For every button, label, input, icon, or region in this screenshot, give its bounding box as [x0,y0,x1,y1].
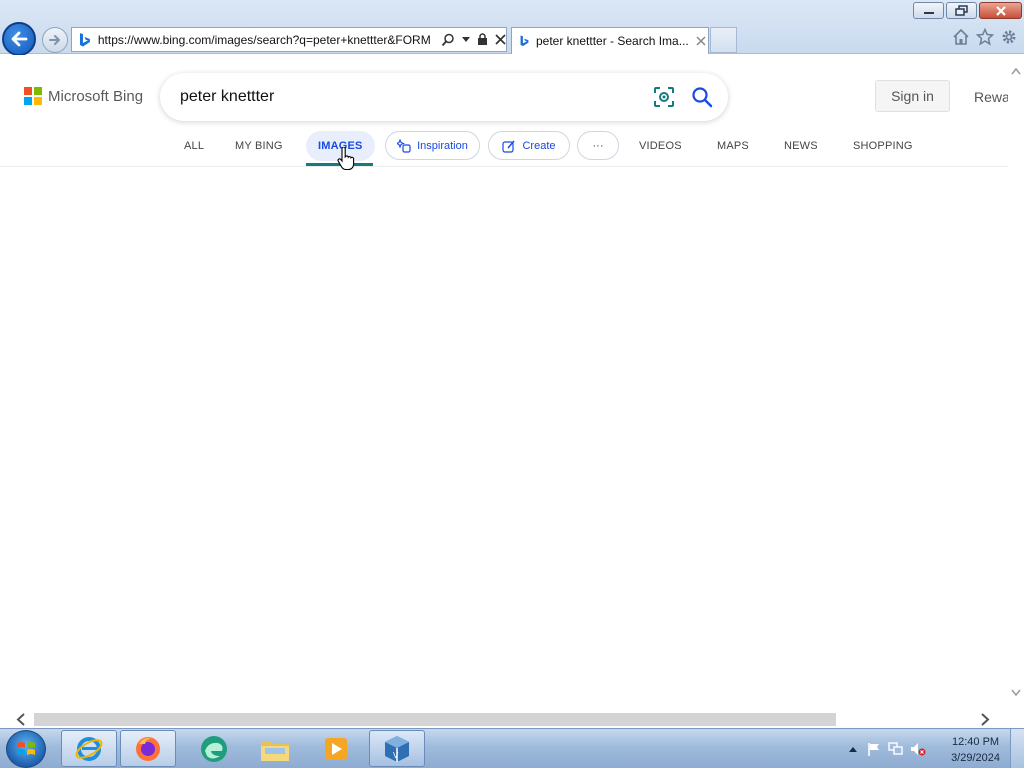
scroll-left-icon[interactable] [16,713,26,726]
scope-news[interactable]: NEWS [784,131,818,161]
forward-arrow-icon [49,35,60,45]
scope-videos[interactable]: VIDEOS [639,131,682,161]
home-icon[interactable] [952,28,970,46]
create-icon [502,139,516,153]
inspiration-icon [397,138,411,153]
media-player-icon [325,737,347,760]
taskbar-internet-explorer[interactable] [61,730,117,767]
lock-icon[interactable] [477,33,488,46]
taskbar-edge-canary[interactable] [186,730,242,767]
scroll-down-icon[interactable] [1011,689,1021,697]
close-window-button[interactable] [979,2,1022,19]
hand-cursor-icon [337,147,355,171]
browser-chrome: https://www.bing.com/images/search?q=pet… [0,0,1024,56]
minimize-icon [923,11,934,14]
dropdown-arrow-icon[interactable] [462,36,470,43]
logo-text: Microsoft Bing [48,87,144,105]
minimize-button[interactable] [913,2,944,19]
tab-title: peter knettter - Search Ima... [536,34,688,48]
volume-muted-icon[interactable] [910,741,926,757]
folder-icon [261,740,289,761]
taskbar-firefox[interactable] [120,730,176,767]
bing-favicon-icon [520,35,529,47]
scrollbar-thumb[interactable] [34,713,836,726]
create-button[interactable]: Create [488,131,570,160]
star-icon[interactable] [976,28,994,46]
scroll-right-icon[interactable] [980,713,990,726]
scope-my-bing[interactable]: MY BING [235,131,283,161]
clock-time: 12:40 PM [951,736,1000,748]
horizontal-scrollbar[interactable] [0,711,1024,728]
svg-text:V: V [393,751,399,760]
show-desktop-button[interactable] [1010,729,1024,768]
clock-date: 3/29/2024 [951,752,1000,764]
scope-all[interactable]: ALL [184,131,204,161]
tab-bing-images[interactable]: peter knettter - Search Ima... [511,27,709,54]
back-arrow-icon [11,31,28,47]
system-tray: 12:40 PM 3/29/2024 [839,729,1024,768]
back-button[interactable] [2,22,36,56]
inspiration-label: Inspiration [417,139,468,152]
scope-shopping[interactable]: SHOPPING [853,131,913,161]
search-icon[interactable] [441,33,455,47]
network-icon[interactable] [888,741,904,757]
visual-search-icon[interactable] [652,85,676,109]
more-scopes-button[interactable]: ··· [577,131,619,160]
taskbar: V 12:40 PM 3/29/2024 [0,728,1024,768]
create-label: Create [522,139,556,152]
firefox-icon [136,736,160,761]
show-hidden-icons-icon[interactable] [845,741,861,757]
taskbar-file-explorer[interactable] [247,730,303,767]
action-center-flag-icon[interactable] [866,741,882,757]
taskbar-media-player[interactable] [308,730,364,767]
scroll-up-icon[interactable] [1011,67,1021,75]
virtualbox-icon: V [385,735,409,762]
microsoft-logo-icon [24,87,42,105]
edge-icon [201,735,227,762]
search-box[interactable]: peter knettter [160,73,728,121]
browser-tools [952,28,1018,46]
close-icon [995,5,1006,16]
stop-icon[interactable] [495,34,506,45]
start-button[interactable] [6,730,46,768]
search-submit-icon[interactable] [690,85,714,109]
rewards-link[interactable]: Rewa [974,89,1008,105]
scope-bar: ALL MY BING IMAGES Inspiration Create ··… [0,131,1008,167]
clock[interactable]: 12:40 PM 3/29/2024 [951,734,1000,766]
windows-logo-icon [17,742,35,755]
window-controls [913,2,1022,19]
bing-logo[interactable]: Microsoft Bing [24,87,143,105]
scope-maps[interactable]: MAPS [717,131,749,161]
bing-favicon-icon [79,32,90,46]
restore-icon [954,4,968,16]
forward-button[interactable] [42,27,68,53]
address-bar[interactable]: https://www.bing.com/images/search?q=pet… [71,27,507,52]
bing-page: Microsoft Bing peter knettter Sign in Re… [0,55,1008,711]
vertical-scrollbar[interactable] [1008,55,1024,711]
gear-icon[interactable] [1000,28,1018,46]
internet-explorer-icon [75,736,103,761]
restore-button[interactable] [946,2,977,19]
inspiration-button[interactable]: Inspiration [385,131,480,160]
address-url[interactable]: https://www.bing.com/images/search?q=pet… [98,33,435,47]
search-input[interactable]: peter knettter [180,88,652,106]
close-tab-icon[interactable] [696,36,706,46]
new-tab-button[interactable] [710,27,737,53]
taskbar-virtualbox[interactable]: V [369,730,425,767]
sign-in-button[interactable]: Sign in [875,80,950,112]
